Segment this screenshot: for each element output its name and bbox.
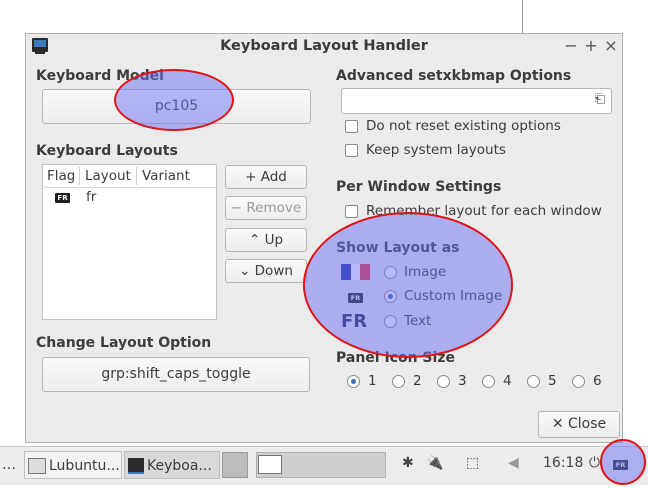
layouts-table[interactable]: Flag Layout Variant FR fr xyxy=(42,164,217,320)
remember-layout-checkbox[interactable] xyxy=(345,205,358,218)
keep-system-layouts-label: Keep system layouts xyxy=(366,142,506,158)
size-4-radio[interactable] xyxy=(482,375,495,388)
minimize-button[interactable]: − xyxy=(562,36,580,55)
panel-icon-size-group: 1 2 3 4 5 6 xyxy=(347,372,617,392)
taskbar-task-label: Lubuntu... xyxy=(49,458,120,474)
size-2-label: 2 xyxy=(413,373,422,389)
column-separator xyxy=(79,167,80,185)
keyboard-model-heading: Keyboard Model xyxy=(36,68,164,84)
close-window-button[interactable]: × xyxy=(602,36,620,55)
keyboard-layout-tray-icon[interactable]: FR xyxy=(613,460,628,470)
table-row[interactable]: FR fr xyxy=(43,187,216,209)
image-radio[interactable] xyxy=(384,266,397,279)
clock[interactable]: 16:18 xyxy=(543,455,583,471)
panel-icon-size-heading: Panel Icon Size xyxy=(336,350,455,366)
remember-layout-label: Remember layout for each window xyxy=(366,203,602,219)
column-header-variant[interactable]: Variant xyxy=(142,168,190,184)
dropdown-icon[interactable]: ⎗ xyxy=(595,92,605,107)
window-title: Keyboard Layout Handler xyxy=(220,38,428,54)
move-down-button[interactable]: ⌄ Down xyxy=(225,259,307,283)
size-1-label: 1 xyxy=(368,373,377,389)
taskbar-task-keyboard[interactable]: Keyboa... xyxy=(124,451,220,479)
change-layout-option-button[interactable]: grp:shift_caps_toggle xyxy=(42,357,310,392)
document-icon xyxy=(28,458,46,474)
battery-icon[interactable]: 🔌 xyxy=(426,455,443,471)
volume-icon[interactable]: ◀ xyxy=(508,455,519,471)
keyboard-model-button[interactable]: pc105 xyxy=(42,89,311,124)
background-divider-line xyxy=(522,0,523,33)
taskbar-overflow[interactable]: … xyxy=(2,451,20,479)
maximize-button[interactable]: + xyxy=(582,36,600,55)
fr-text-preview: FR xyxy=(341,311,368,332)
advanced-options-input[interactable]: ⎗ xyxy=(341,88,612,114)
bluetooth-icon[interactable]: ✱ xyxy=(402,455,414,471)
size-5-label: 5 xyxy=(548,373,557,389)
title-bar[interactable]: Keyboard Layout Handler − + × xyxy=(26,34,622,59)
text-radio[interactable] xyxy=(384,315,397,328)
size-2-radio[interactable] xyxy=(392,375,405,388)
custom-image-radio[interactable] xyxy=(384,290,397,303)
size-6-label: 6 xyxy=(593,373,602,389)
monitor-icon xyxy=(128,458,144,474)
keep-system-layouts-checkbox[interactable] xyxy=(345,144,358,157)
layout-cell: fr xyxy=(86,189,97,205)
keyboard-layout-window: Keyboard Layout Handler − + × Keyboard M… xyxy=(25,33,623,443)
power-icon[interactable]: ⏻ xyxy=(589,455,600,471)
image-radio-label: Image xyxy=(404,264,447,280)
size-3-label: 3 xyxy=(458,373,467,389)
show-layout-heading: Show Layout as xyxy=(336,240,460,256)
taskbar-task-terminal[interactable]: Lubuntu... xyxy=(24,451,122,479)
change-layout-option-heading: Change Layout Option xyxy=(36,335,212,351)
do-not-reset-checkbox[interactable] xyxy=(345,120,358,133)
move-up-button[interactable]: ⌃ Up xyxy=(225,228,307,252)
text-radio-label: Text xyxy=(404,313,432,329)
taskbar: … Lubuntu... Keyboa... ✱ 🔌 ⬚ ◀ 16:18 ⏻ F… xyxy=(0,446,648,485)
per-window-heading: Per Window Settings xyxy=(336,179,502,195)
workspace-1[interactable] xyxy=(222,452,248,478)
advanced-options-heading: Advanced setxkbmap Options xyxy=(336,68,572,84)
french-flag-icon xyxy=(341,264,371,280)
window-icon xyxy=(258,455,282,474)
fr-badge-icon: FR xyxy=(348,293,363,303)
size-6-radio[interactable] xyxy=(572,375,585,388)
taskbar-task-label: Keyboa... xyxy=(147,458,212,474)
column-header-layout[interactable]: Layout xyxy=(85,168,131,184)
keyboard-layouts-heading: Keyboard Layouts xyxy=(36,143,178,159)
close-button[interactable]: ✕ Close xyxy=(538,411,620,438)
size-5-radio[interactable] xyxy=(527,375,540,388)
size-4-label: 4 xyxy=(503,373,512,389)
add-layout-button[interactable]: + Add xyxy=(225,165,307,189)
column-separator xyxy=(136,167,137,185)
size-1-radio[interactable] xyxy=(347,375,360,388)
fr-flag-icon: FR xyxy=(55,193,70,203)
do-not-reset-label: Do not reset existing options xyxy=(366,118,561,134)
custom-image-radio-label: Custom Image xyxy=(404,288,503,304)
remove-layout-button[interactable]: − Remove xyxy=(225,196,307,220)
column-header-flag[interactable]: Flag xyxy=(47,168,75,184)
table-header: Flag Layout Variant xyxy=(43,165,216,188)
size-3-radio[interactable] xyxy=(437,375,450,388)
network-icon[interactable]: ⬚ xyxy=(466,455,479,471)
